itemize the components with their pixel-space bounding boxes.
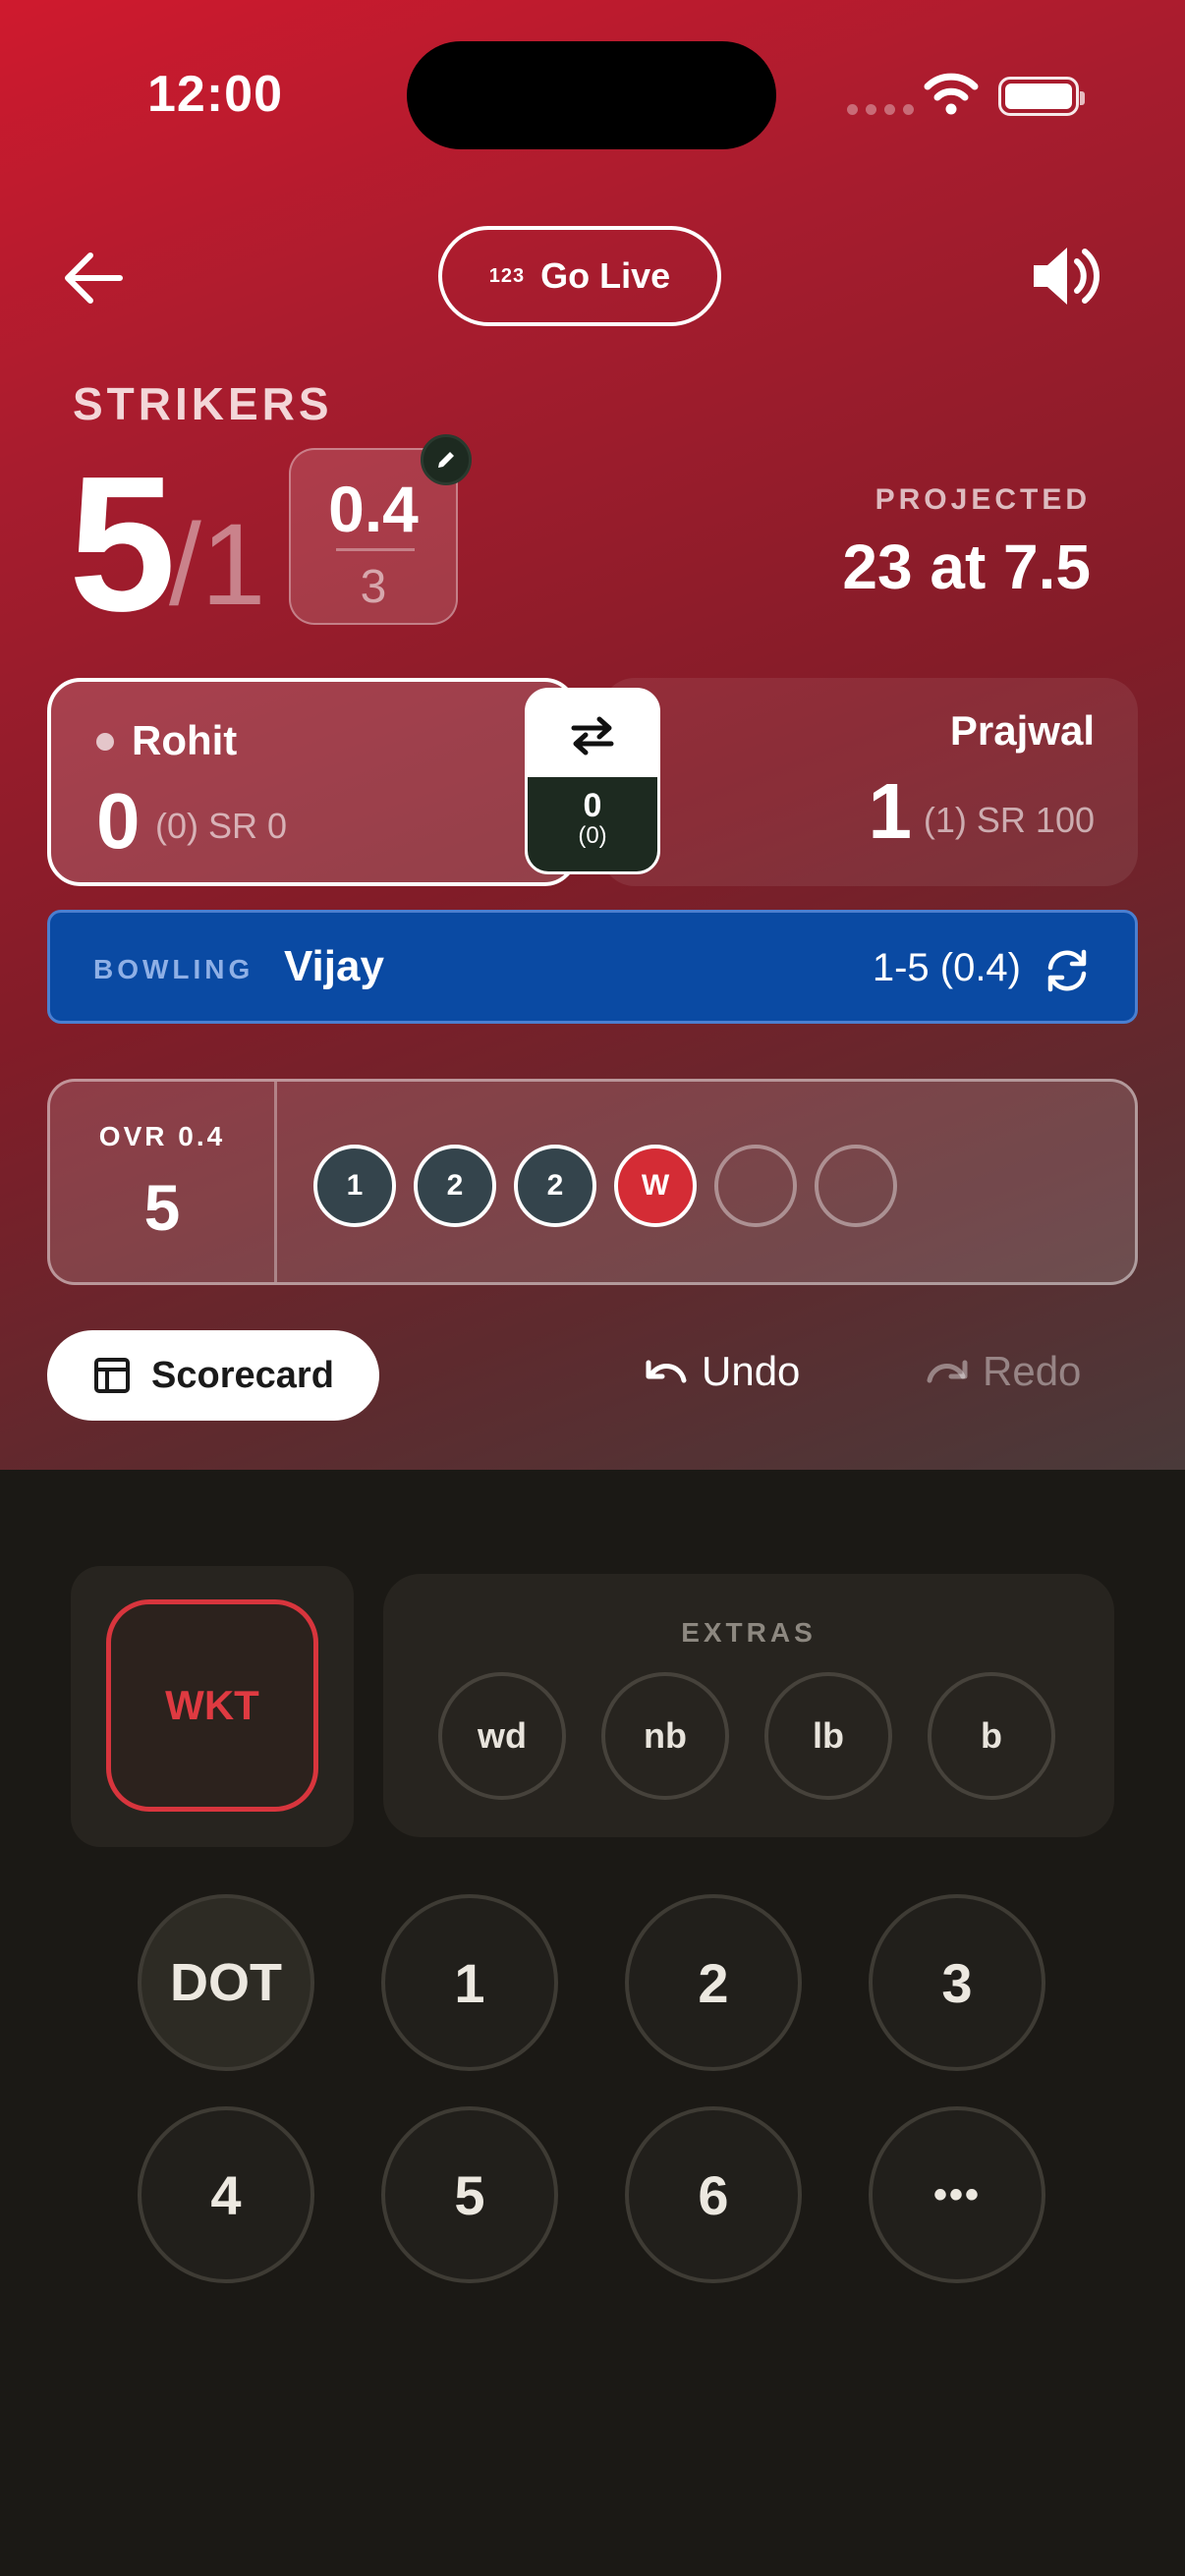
- striker-runs: 0: [96, 777, 141, 865]
- non-striker-detail: (1) SR 100: [923, 800, 1095, 840]
- go-live-label: Go Live: [540, 255, 671, 296]
- status-time: 12:00: [147, 66, 283, 123]
- redo-button[interactable]: Redo: [926, 1348, 1081, 1395]
- current-over-card: OVR 0.4 5 1 2 2 W: [47, 1079, 1138, 1285]
- partnership-runs: 0: [583, 787, 602, 824]
- overs-value: 0.4: [328, 473, 419, 545]
- wifi-icon: [924, 73, 979, 115]
- go-live-button[interactable]: 123 Go Live: [438, 226, 721, 326]
- partnership-balls: (0): [578, 822, 607, 849]
- dot-ball-button[interactable]: DOT: [138, 1894, 314, 2071]
- wide-button[interactable]: wd: [438, 1672, 566, 1800]
- run-4-button[interactable]: 4: [138, 2106, 314, 2283]
- undo-icon: [646, 1360, 687, 1383]
- battery-icon: [998, 77, 1085, 116]
- projected-value: 23 at 7.5: [842, 532, 1091, 602]
- edit-overs-button[interactable]: [421, 434, 472, 485]
- speaker-icon[interactable]: [1028, 242, 1102, 310]
- pencil-icon: [438, 452, 454, 468]
- more-options-button[interactable]: •••: [869, 2106, 1045, 2283]
- bowler-bar[interactable]: BOWLING Vijay 1-5 (0.4): [47, 910, 1138, 1024]
- max-overs: 3: [360, 561, 387, 613]
- no-ball-button[interactable]: nb: [601, 1672, 729, 1800]
- leg-bye-button[interactable]: lb: [764, 1672, 892, 1800]
- run-1-button[interactable]: 1: [381, 1894, 558, 2071]
- total-wickets: /1: [169, 500, 266, 630]
- non-striker-runs: 1: [868, 767, 913, 855]
- ball-2: 2: [414, 1145, 496, 1227]
- over-label: OVR 0.4: [98, 1121, 226, 1151]
- signal-icon: [847, 104, 914, 115]
- bye-button[interactable]: b: [928, 1672, 1055, 1800]
- undo-button[interactable]: Undo: [645, 1348, 800, 1395]
- non-striker-card[interactable]: Prajwal 1 (1) SR 100: [601, 678, 1138, 886]
- change-bowler-icon[interactable]: [1043, 946, 1092, 995]
- bowler-name: Vijay: [284, 942, 384, 990]
- over-divider: [274, 1082, 277, 1282]
- dynamic-island: [407, 41, 776, 149]
- numbers-icon: 123: [488, 264, 526, 287]
- striker-detail: (0) SR 0: [155, 806, 288, 846]
- extras-panel: EXTRAS wd nb lb b: [383, 1574, 1114, 1837]
- total-runs: 5: [69, 436, 176, 651]
- redo-icon: [927, 1360, 968, 1383]
- scorecard-label: Scorecard: [151, 1354, 334, 1396]
- swap-strike-button[interactable]: 0 (0): [525, 688, 660, 874]
- run-6-button[interactable]: 6: [625, 2106, 802, 2283]
- projected-label: PROJECTED: [875, 483, 1091, 516]
- extras-label: EXTRAS: [681, 1617, 817, 1648]
- non-striker-name: Prajwal: [949, 707, 1095, 754]
- overs-divider: [336, 548, 415, 551]
- over-runs: 5: [143, 1171, 181, 1244]
- run-5-button[interactable]: 5: [381, 2106, 558, 2283]
- bowler-figures: 1-5 (0.4): [872, 946, 1021, 989]
- run-3-button[interactable]: 3: [869, 1894, 1045, 2071]
- ball-1: 1: [313, 1145, 396, 1227]
- swap-arrows-icon: [571, 716, 614, 756]
- striker-name: Rohit: [132, 717, 238, 763]
- redo-label: Redo: [983, 1348, 1082, 1394]
- table-icon: [94, 1358, 131, 1393]
- team-name: STRIKERS: [73, 378, 333, 429]
- striker-card[interactable]: Rohit 0 (0) SR 0: [47, 678, 578, 886]
- partnership: 0 (0): [528, 777, 657, 871]
- ball-4-wicket: W: [614, 1145, 697, 1227]
- wicket-button[interactable]: WKT: [106, 1599, 318, 1812]
- ball-3: 2: [514, 1145, 596, 1227]
- undo-label: Undo: [702, 1348, 801, 1394]
- back-arrow-icon[interactable]: [59, 244, 128, 312]
- scorecard-button[interactable]: Scorecard: [47, 1330, 379, 1421]
- run-2-button[interactable]: 2: [625, 1894, 802, 2071]
- bowling-label: BOWLING: [93, 954, 254, 984]
- ball-6-empty: [815, 1145, 897, 1227]
- ball-5-empty: [714, 1145, 797, 1227]
- striker-indicator: [96, 733, 114, 751]
